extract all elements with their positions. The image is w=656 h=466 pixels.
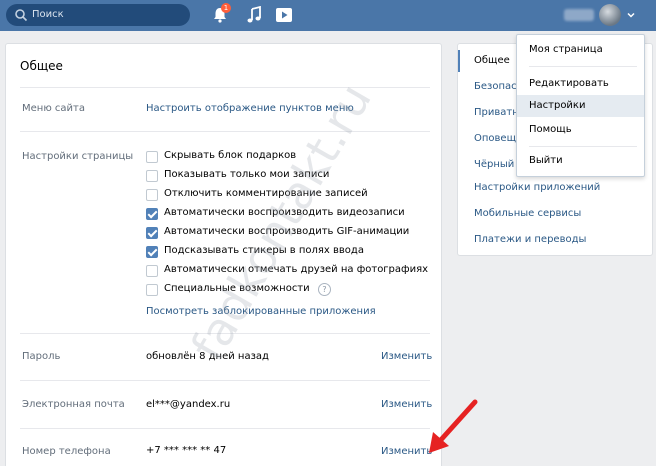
divider [529, 146, 637, 147]
email-label: Электронная почта [22, 399, 125, 410]
checkbox[interactable] [146, 170, 158, 182]
checkbox-checked[interactable] [146, 227, 158, 239]
menu-item-logout[interactable]: Выйти [517, 150, 644, 172]
video-play-icon[interactable] [275, 7, 293, 23]
option-label: Автоматически отмечать друзей на фотогра… [164, 264, 429, 275]
music-note-icon[interactable] [246, 6, 262, 24]
nav-item-mobile-services[interactable]: Мобильные сервисы [474, 208, 581, 219]
nav-item-general[interactable]: Общее [474, 55, 510, 66]
menu-item-my-page[interactable]: Моя страница [517, 39, 644, 61]
divider [20, 380, 430, 381]
phone-label: Номер телефона [22, 446, 111, 457]
menu-label: Меню сайта [22, 103, 85, 114]
notifications-badge: 1 [221, 3, 231, 13]
menu-item-help[interactable]: Помощь [517, 119, 644, 141]
divider [529, 66, 637, 67]
checkbox-checked[interactable] [146, 208, 158, 220]
menu-item-edit[interactable]: Редактировать [517, 73, 644, 95]
menu-item-settings[interactable]: Настройки [517, 95, 644, 117]
search-icon [15, 9, 28, 22]
checkbox-checked[interactable] [146, 246, 158, 258]
profile-dropdown: Моя страница Редактировать Настройки Пом… [516, 34, 645, 177]
divider [20, 428, 430, 429]
avatar[interactable] [599, 4, 621, 26]
checkbox[interactable] [146, 189, 158, 201]
chevron-down-icon[interactable] [626, 10, 636, 20]
page-settings-label: Настройки страницы [22, 151, 134, 162]
option-label: Скрывать блок подарков [164, 150, 297, 161]
divider [20, 131, 430, 132]
divider [20, 87, 430, 88]
username-blurred[interactable] [564, 9, 594, 21]
panel-title: Общее [20, 59, 63, 73]
checkbox[interactable] [146, 265, 158, 277]
password-label: Пароль [22, 351, 61, 362]
top-bar: Поиск 1 [0, 0, 656, 31]
phone-value: +7 *** *** ** 47 [146, 445, 227, 456]
nav-item-payments[interactable]: Платежи и переводы [474, 234, 586, 245]
search-input[interactable]: Поиск [6, 4, 190, 26]
red-arrow-annotation [429, 399, 478, 453]
checkbox[interactable] [146, 284, 158, 296]
checkbox[interactable] [146, 151, 158, 163]
help-icon[interactable]: ? [318, 283, 331, 296]
nav-item-app-settings[interactable]: Настройки приложений [474, 182, 600, 193]
active-indicator [458, 50, 460, 72]
change-password-link[interactable]: Изменить [381, 351, 432, 362]
email-value: el***@yandex.ru [146, 399, 231, 410]
search-placeholder: Поиск [32, 9, 64, 20]
